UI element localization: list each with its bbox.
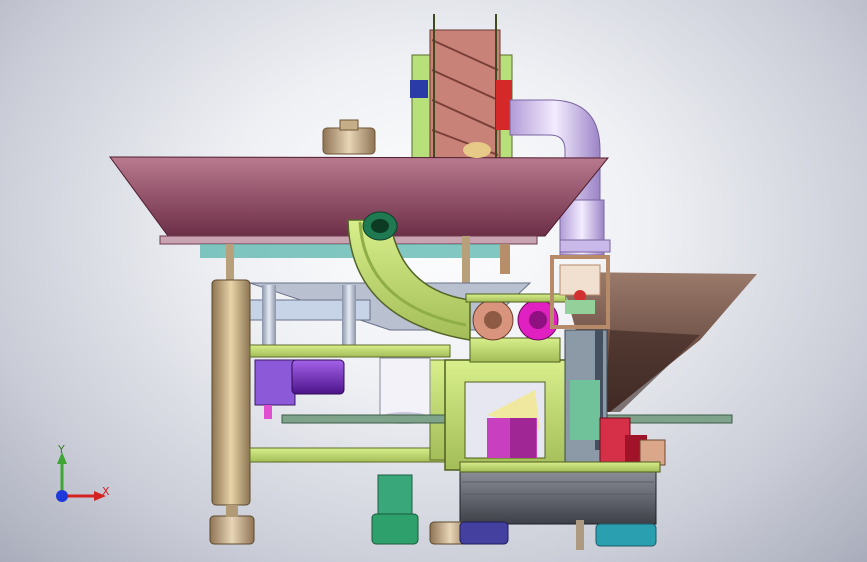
assembly-model[interactable] [0, 0, 867, 562]
z-axis-icon [56, 490, 68, 502]
hopper-cap [322, 127, 376, 155]
foot-green [371, 513, 419, 545]
lower-frame [249, 344, 451, 358]
cad-viewport[interactable]: Y X [0, 0, 867, 562]
y-axis-label: Y [58, 443, 65, 456]
drive-motor [291, 359, 345, 395]
x-axis-label: X [102, 485, 110, 498]
left-column [211, 279, 251, 506]
foot-left [209, 515, 255, 545]
coordinate-triad [56, 452, 106, 502]
conveyor-base [459, 471, 657, 525]
